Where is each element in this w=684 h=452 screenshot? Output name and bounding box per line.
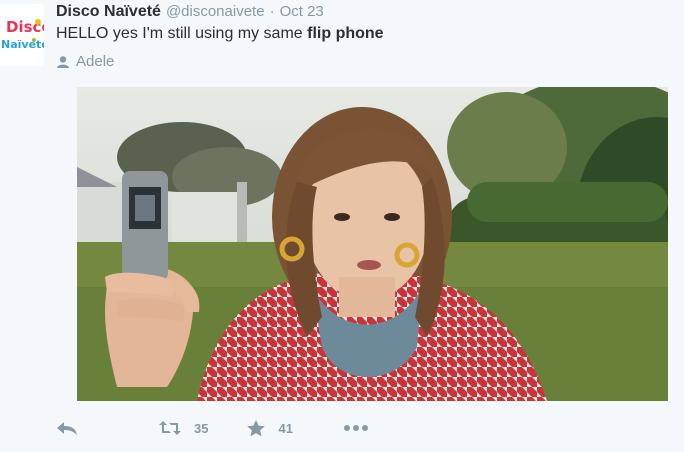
tweet-text: HELLO yes I'm still using my same flip p…: [56, 25, 384, 43]
photo-image: [77, 87, 668, 401]
reply-button[interactable]: [56, 420, 78, 436]
tweet-actions: 35 41: [56, 416, 369, 440]
retweet-button[interactable]: 35: [158, 420, 208, 436]
retweet-count: 35: [194, 420, 209, 436]
more-icon: [343, 425, 368, 431]
tagged-user[interactable]: Adele: [56, 53, 114, 70]
avatar-logo: Disco Naïveté: [0, 4, 44, 66]
tagged-user-label: Adele: [76, 53, 115, 70]
separator: ·: [269, 3, 275, 20]
tweet-header: Disco Naïveté @disconaivete · Oct 23: [56, 3, 324, 23]
tweet-text-bold: flip phone: [307, 25, 384, 42]
timestamp[interactable]: Oct 23: [280, 3, 324, 20]
favorite-button[interactable]: 41: [246, 419, 293, 437]
author-name[interactable]: Disco Naïveté: [56, 3, 161, 21]
more-button[interactable]: [343, 424, 369, 432]
star-icon: [247, 420, 266, 437]
avatar[interactable]: Disco Naïveté: [0, 4, 44, 66]
retweet-icon: [159, 421, 181, 435]
tweet-text-prefix: HELLO yes I'm still using my same: [56, 25, 308, 42]
tweet-photo[interactable]: [77, 87, 668, 401]
favorite-count: 41: [278, 420, 293, 436]
reply-icon: [57, 422, 77, 435]
tweet: Disco Naïveté Disco Naïveté @disconaivet…: [0, 0, 684, 452]
author-handle[interactable]: @disconaivete: [166, 3, 265, 20]
user-icon: [57, 55, 69, 68]
avatar-text-bottom: Naïveté: [1, 38, 44, 51]
